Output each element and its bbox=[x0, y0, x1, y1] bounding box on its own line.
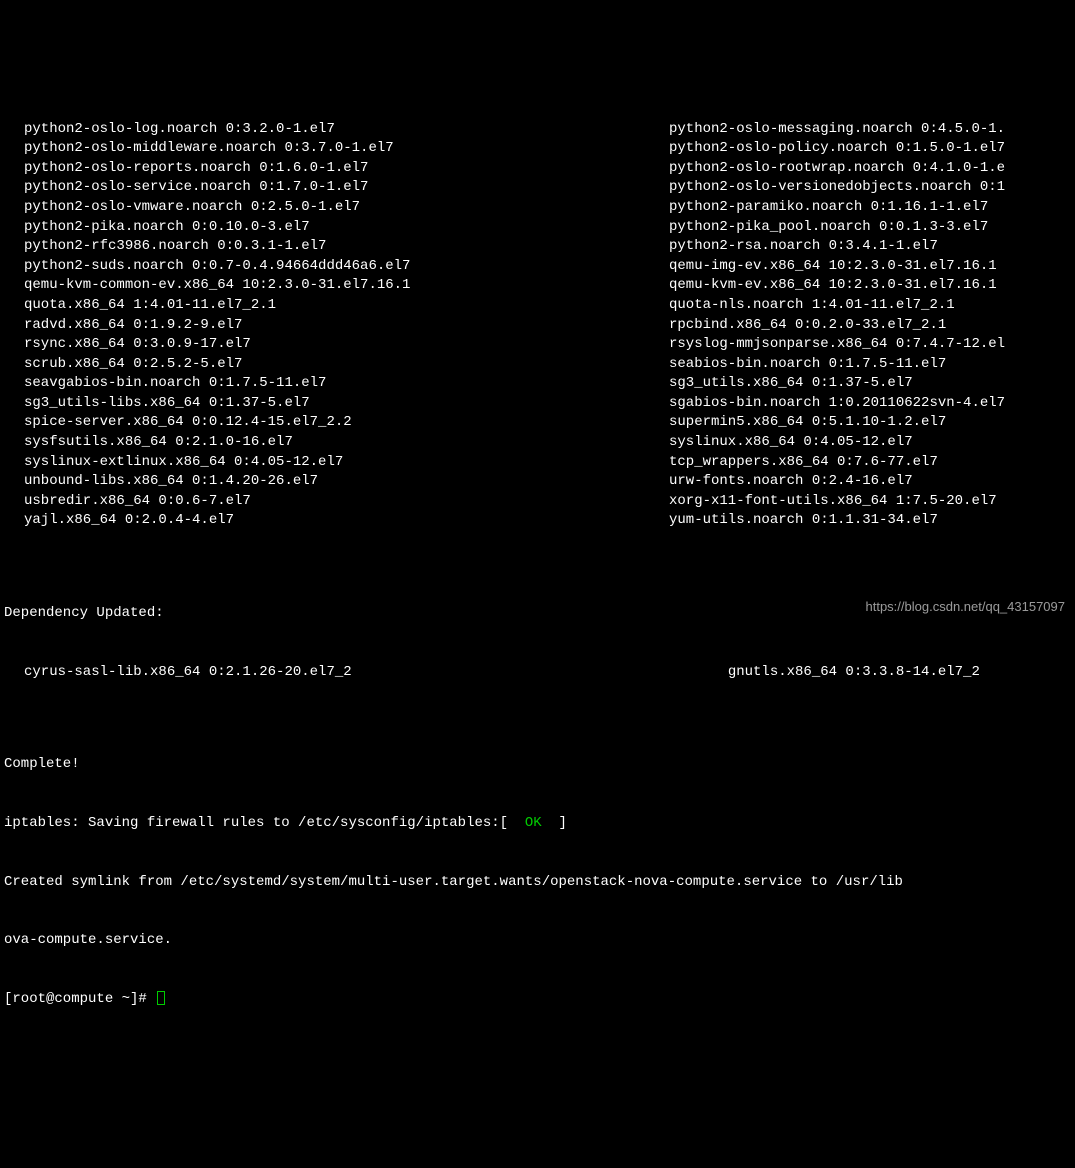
package-item: python2-rfc3986.noarch 0:0.3.1-1.el7 bbox=[4, 237, 669, 257]
package-item: urw-fonts.noarch 0:2.4-16.el7 bbox=[669, 472, 1071, 492]
package-item: quota.x86_64 1:4.01-11.el7_2.1 bbox=[4, 296, 669, 316]
package-item: python2-oslo-middleware.noarch 0:3.7.0-1… bbox=[4, 139, 669, 159]
package-item: unbound-libs.x86_64 0:1.4.20-26.el7 bbox=[4, 472, 669, 492]
package-item: python2-oslo-vmware.noarch 0:2.5.0-1.el7 bbox=[4, 198, 669, 218]
ok-status: OK bbox=[525, 815, 542, 831]
package-item: python2-oslo-service.noarch 0:1.7.0-1.el… bbox=[4, 178, 669, 198]
package-item: python2-rsa.noarch 0:3.4.1-1.el7 bbox=[669, 237, 1071, 257]
symlink-line-1: Created symlink from /etc/systemd/system… bbox=[4, 873, 1071, 893]
package-item: yum-utils.noarch 0:1.1.31-34.el7 bbox=[669, 511, 1071, 531]
package-item: radvd.x86_64 0:1.9.2-9.el7 bbox=[4, 316, 669, 336]
dep-updated-left: cyrus-sasl-lib.x86_64 0:2.1.26-20.el7_2 bbox=[4, 663, 669, 683]
package-item: python2-oslo-versionedobjects.noarch 0:1 bbox=[669, 178, 1071, 198]
package-item: supermin5.x86_64 0:5.1.10-1.2.el7 bbox=[669, 413, 1071, 433]
package-item: python2-oslo-policy.noarch 0:1.5.0-1.el7 bbox=[669, 139, 1071, 159]
dep-right-spacer bbox=[669, 664, 728, 680]
package-column-right: python2-oslo-messaging.noarch 0:4.5.0-1.… bbox=[669, 120, 1071, 531]
dependency-updated-row: cyrus-sasl-lib.x86_64 0:2.1.26-20.el7_2 … bbox=[4, 663, 1071, 683]
package-item: rpcbind.x86_64 0:0.2.0-33.el7_2.1 bbox=[669, 316, 1071, 336]
iptables-line: iptables: Saving firewall rules to /etc/… bbox=[4, 814, 1071, 834]
package-item: python2-pika.noarch 0:0.10.0-3.el7 bbox=[4, 218, 669, 238]
prompt-line[interactable]: [root@compute ~]# bbox=[4, 990, 1071, 1010]
package-item: usbredir.x86_64 0:0.6-7.el7 bbox=[4, 492, 669, 512]
package-item: seabios-bin.noarch 0:1.7.5-11.el7 bbox=[669, 355, 1071, 375]
package-item: rsyslog-mmjsonparse.x86_64 0:7.4.7-12.el bbox=[669, 335, 1071, 355]
package-item: sysfsutils.x86_64 0:2.1.0-16.el7 bbox=[4, 433, 669, 453]
package-columns: python2-oslo-log.noarch 0:3.2.0-1.el7pyt… bbox=[4, 120, 1071, 531]
package-item: quota-nls.noarch 1:4.01-11.el7_2.1 bbox=[669, 296, 1071, 316]
package-item: tcp_wrappers.x86_64 0:7.6-77.el7 bbox=[669, 453, 1071, 473]
package-item: python2-paramiko.noarch 0:1.16.1-1.el7 bbox=[669, 198, 1071, 218]
package-item: cyrus-sasl-lib.x86_64 0:2.1.26-20.el7_2 bbox=[4, 664, 352, 680]
terminal-output[interactable]: python2-oslo-log.noarch 0:3.2.0-1.el7pyt… bbox=[0, 78, 1075, 1031]
package-item: sgabios-bin.noarch 1:0.20110622svn-4.el7 bbox=[669, 394, 1071, 414]
cursor-icon bbox=[157, 991, 165, 1005]
package-item: xorg-x11-font-utils.x86_64 1:7.5-20.el7 bbox=[669, 492, 1071, 512]
package-item: sg3_utils.x86_64 0:1.37-5.el7 bbox=[669, 374, 1071, 394]
package-item: qemu-kvm-common-ev.x86_64 10:2.3.0-31.el… bbox=[4, 276, 669, 296]
package-item: python2-oslo-messaging.noarch 0:4.5.0-1. bbox=[669, 120, 1071, 140]
watermark-text: https://blog.csdn.net/qq_43157097 bbox=[866, 598, 1066, 616]
package-item: syslinux.x86_64 0:4.05-12.el7 bbox=[669, 433, 1071, 453]
package-item: python2-oslo-rootwrap.noarch 0:4.1.0-1.e bbox=[669, 159, 1071, 179]
package-item: python2-pika_pool.noarch 0:0.1.3-3.el7 bbox=[669, 218, 1071, 238]
iptables-suffix: ] bbox=[542, 815, 567, 831]
shell-prompt: [root@compute ~]# bbox=[4, 991, 155, 1007]
package-item: yajl.x86_64 0:2.0.4-4.el7 bbox=[4, 511, 669, 531]
symlink-line-2: ova-compute.service. bbox=[4, 931, 1071, 951]
package-item: syslinux-extlinux.x86_64 0:4.05-12.el7 bbox=[4, 453, 669, 473]
dep-updated-right: gnutls.x86_64 0:3.3.8-14.el7_2 bbox=[669, 663, 1071, 683]
package-item: python2-oslo-log.noarch 0:3.2.0-1.el7 bbox=[4, 120, 669, 140]
package-item: seavgabios-bin.noarch 0:1.7.5-11.el7 bbox=[4, 374, 669, 394]
package-item: gnutls.x86_64 0:3.3.8-14.el7_2 bbox=[728, 664, 980, 680]
iptables-prefix: iptables: Saving firewall rules to /etc/… bbox=[4, 815, 525, 831]
package-item: python2-suds.noarch 0:0.7-0.4.94664ddd46… bbox=[4, 257, 669, 277]
package-column-left: python2-oslo-log.noarch 0:3.2.0-1.el7pyt… bbox=[4, 120, 669, 531]
package-item: spice-server.x86_64 0:0.12.4-15.el7_2.2 bbox=[4, 413, 669, 433]
package-item: qemu-img-ev.x86_64 10:2.3.0-31.el7.16.1 bbox=[669, 257, 1071, 277]
package-item: scrub.x86_64 0:2.5.2-5.el7 bbox=[4, 355, 669, 375]
complete-message: Complete! bbox=[4, 755, 1071, 775]
package-item: sg3_utils-libs.x86_64 0:1.37-5.el7 bbox=[4, 394, 669, 414]
package-item: python2-oslo-reports.noarch 0:1.6.0-1.el… bbox=[4, 159, 669, 179]
package-item: qemu-kvm-ev.x86_64 10:2.3.0-31.el7.16.1 bbox=[669, 276, 1071, 296]
package-item: rsync.x86_64 0:3.0.9-17.el7 bbox=[4, 335, 669, 355]
